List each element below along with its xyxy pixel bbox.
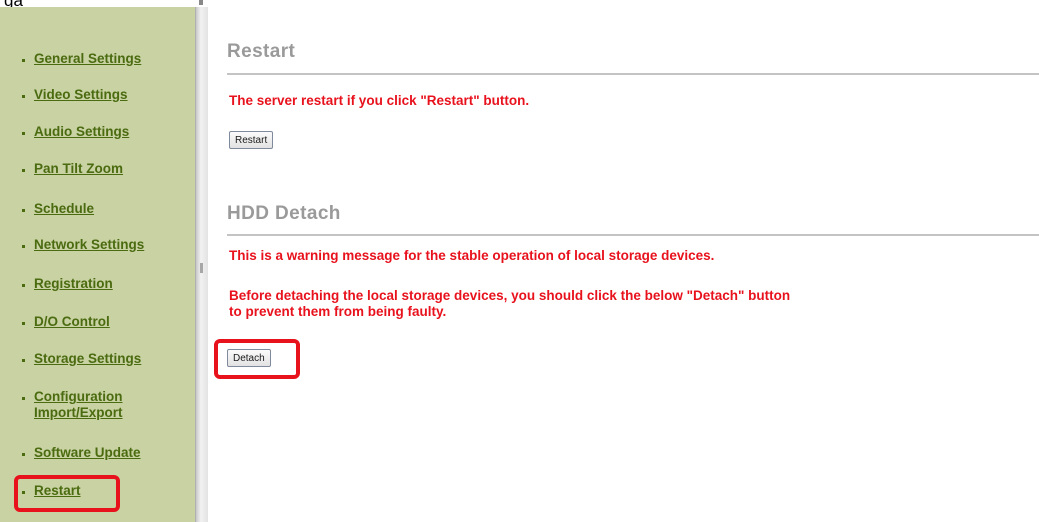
sidebar-item-audio-settings[interactable]: Audio Settings: [22, 124, 129, 140]
sidebar-item-label[interactable]: Pan Tilt Zoom: [34, 161, 123, 177]
divider-top-mark: [199, 0, 203, 5]
sidebar-item-storage-settings[interactable]: Storage Settings: [22, 351, 141, 367]
bullet-icon: [22, 359, 25, 362]
sidebar-item-network-settings[interactable]: Network Settings: [22, 237, 144, 253]
divider-grip[interactable]: [200, 263, 203, 273]
sidebar-item-label[interactable]: Network Settings: [34, 237, 144, 253]
sidebar-item-label[interactable]: General Settings: [34, 51, 141, 67]
bullet-icon: [22, 453, 25, 456]
sidebar-item-label[interactable]: D/O Control: [34, 314, 110, 330]
hdd-detach-section-title: HDD Detach: [227, 203, 341, 224]
bullet-icon: [22, 322, 25, 325]
restart-message: The server restart if you click "Restart…: [229, 93, 530, 108]
bullet-icon: [22, 209, 25, 212]
sidebar-restart-highlight: [14, 475, 120, 512]
hdd-instruction-line2: to prevent them from being faulty.: [229, 304, 447, 319]
bullet-icon: [22, 284, 25, 287]
restart-section-title: Restart: [227, 41, 296, 62]
sidebar-item-pan-tilt-zoom[interactable]: Pan Tilt Zoom: [22, 161, 123, 177]
sidebar-item-label[interactable]: Registration: [34, 276, 113, 292]
sidebar-item-label[interactable]: Audio Settings: [34, 124, 129, 140]
bullet-icon: [22, 397, 25, 400]
sidebar-item-label[interactable]: Software Update: [34, 445, 141, 461]
bullet-icon: [22, 245, 25, 248]
sidebar-item-label[interactable]: Schedule: [34, 201, 94, 217]
sidebar-item-schedule[interactable]: Schedule: [22, 201, 94, 217]
sidebar-item-label[interactable]: Configuration Import/Export: [34, 389, 162, 421]
sidebar-item-label[interactable]: Storage Settings: [34, 351, 141, 367]
sidebar-item-registration[interactable]: Registration: [22, 276, 113, 292]
sidebar-item-do-control[interactable]: D/O Control: [22, 314, 110, 330]
sidebar-item-label[interactable]: Video Settings: [34, 87, 128, 103]
sidebar-item-software-update[interactable]: Software Update: [22, 445, 141, 461]
bullet-icon: [22, 132, 25, 135]
bullet-icon: [22, 59, 25, 62]
hdd-warning-message: This is a warning message for the stable…: [229, 248, 715, 263]
bullet-icon: [22, 169, 25, 172]
sidebar-item-video-settings[interactable]: Video Settings: [22, 87, 128, 103]
sidebar-item-configuration-import-export[interactable]: Configuration Import/Export: [22, 389, 162, 421]
hdd-instruction-line1: Before detaching the local storage devic…: [229, 288, 791, 303]
detach-button-highlight: [214, 339, 300, 379]
section-divider: [227, 73, 1039, 75]
section-divider: [227, 234, 1039, 236]
bullet-icon: [22, 95, 25, 98]
sidebar-item-general-settings[interactable]: General Settings: [22, 51, 141, 67]
restart-button[interactable]: Restart: [229, 131, 274, 149]
